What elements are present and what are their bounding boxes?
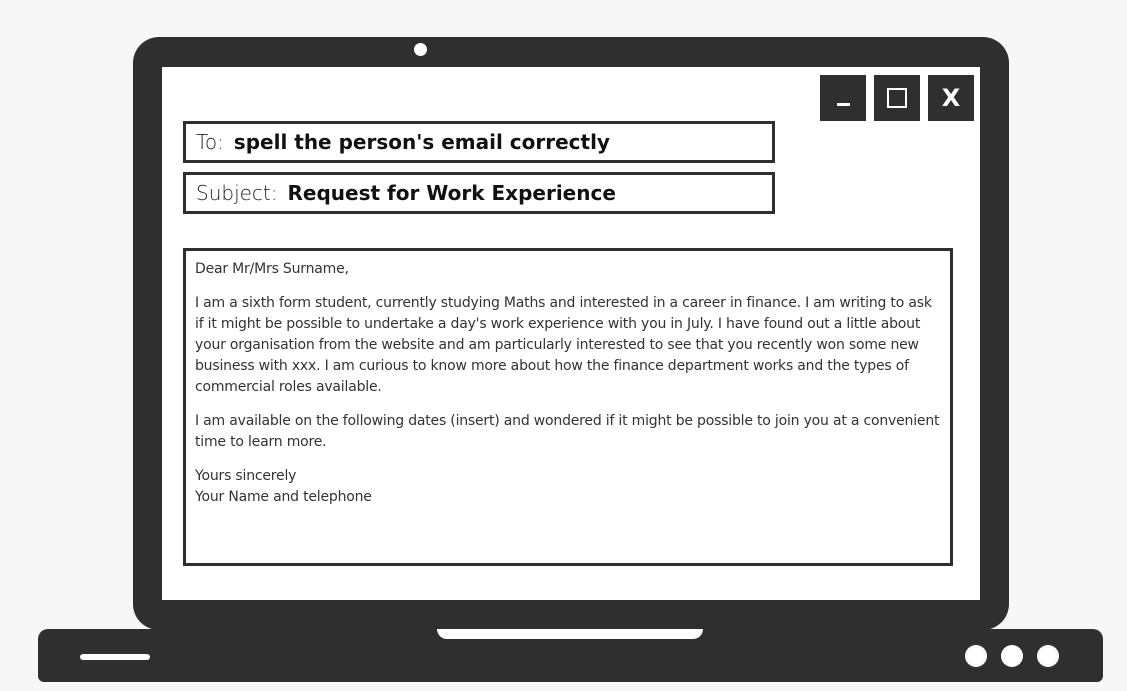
close-icon: X (941, 84, 961, 112)
laptop-illustration: X To: spell the person's email correctly… (0, 0, 1127, 691)
minimize-button[interactable] (820, 75, 866, 121)
subject-field[interactable]: Subject: Request for Work Experience (183, 172, 775, 214)
subject-label: Subject: (196, 181, 278, 205)
email-paragraph-1: I am a sixth form student, currently stu… (195, 295, 932, 395)
email-body[interactable]: Dear Mr/Mrs Surname, I am a sixth form s… (183, 248, 953, 566)
minimize-icon (836, 102, 850, 106)
to-field[interactable]: To: spell the person's email correctly (183, 121, 775, 163)
close-button[interactable]: X (928, 75, 974, 121)
email-greeting: Dear Mr/Mrs Surname, (195, 261, 349, 277)
email-signature: Your Name and telephone (195, 489, 372, 505)
to-value: spell the person's email correctly (233, 130, 610, 154)
subject-value: Request for Work Experience (287, 181, 616, 205)
laptop-slot (80, 654, 150, 660)
indicator-light (965, 645, 987, 667)
maximize-icon (887, 88, 907, 108)
email-closing: Yours sincerely (195, 468, 297, 484)
indicator-light (1001, 645, 1023, 667)
indicator-light (1037, 645, 1059, 667)
email-paragraph-2: I am available on the following dates (i… (195, 413, 940, 450)
webcam-icon (414, 43, 427, 56)
laptop-hinge-notch (437, 629, 703, 639)
to-label: To: (196, 130, 224, 154)
maximize-button[interactable] (874, 75, 920, 121)
